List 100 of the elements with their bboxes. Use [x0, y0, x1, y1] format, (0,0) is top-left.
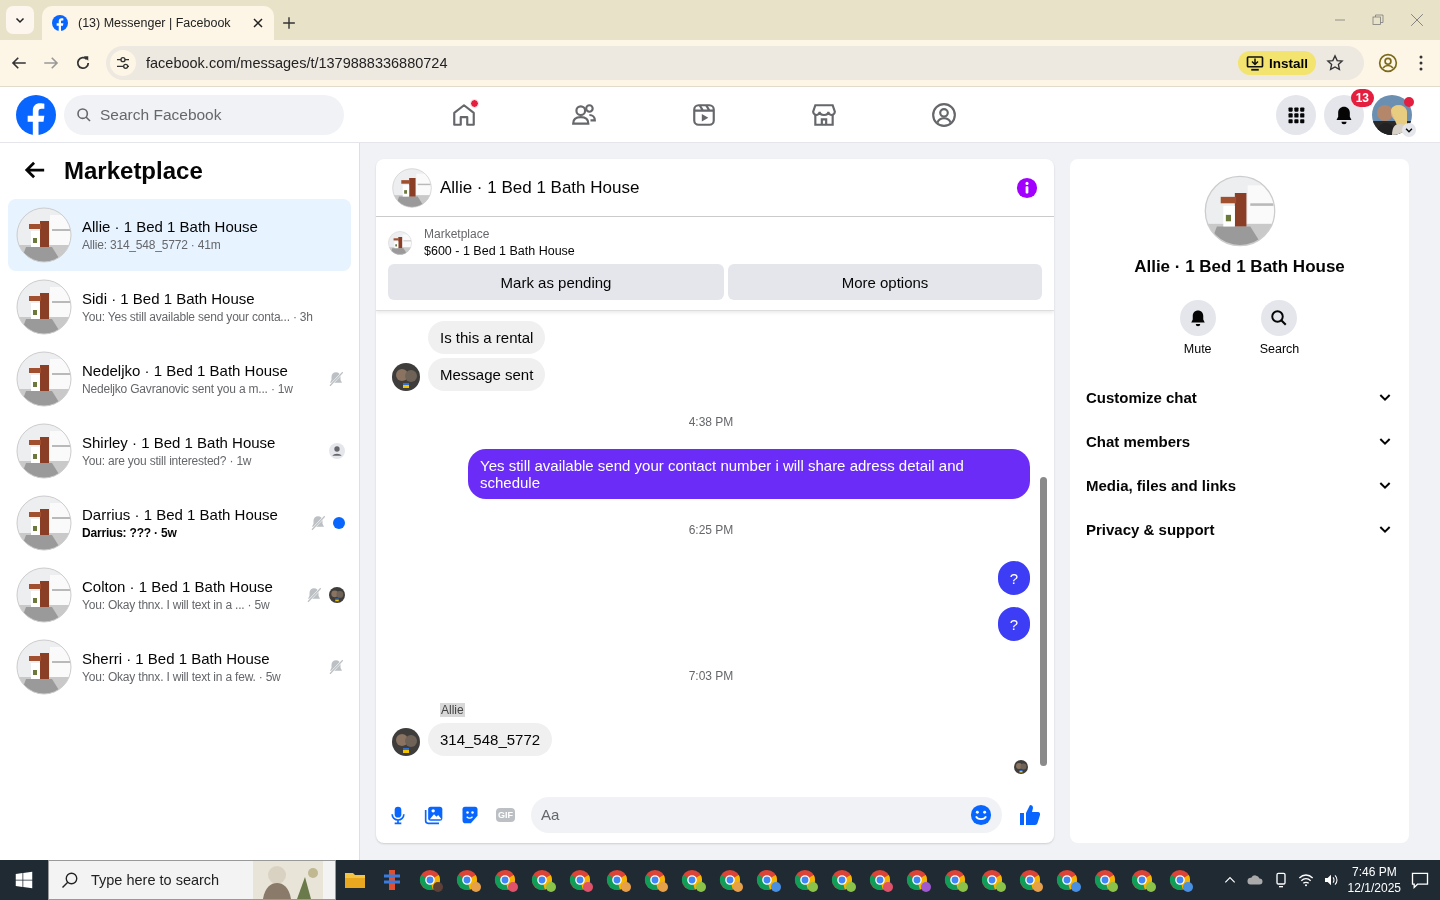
section-header[interactable]: Customize chat	[1086, 375, 1393, 419]
message-bubble: 314_548_5772	[428, 723, 553, 757]
browser-icon[interactable]	[681, 869, 704, 891]
star-icon[interactable]	[1326, 54, 1344, 72]
close-icon[interactable]	[252, 17, 264, 29]
wifi-icon[interactable]	[1297, 872, 1314, 888]
speaker-icon[interactable]	[1322, 872, 1339, 888]
search-button[interactable]: Search	[1253, 299, 1306, 357]
conversation-preview: Darrius: ??? · 5w	[82, 526, 178, 540]
sticker-icon[interactable]	[460, 804, 480, 825]
conversation-item[interactable]: Sherri · 1 Bed 1 Bath House You: Okay thnx. I will text in a few. · 5w	[8, 631, 351, 703]
bell-icon	[1334, 104, 1354, 125]
browser-icon[interactable]	[418, 869, 441, 891]
facebook-logo[interactable]	[16, 94, 56, 135]
message-field[interactable]: Aa	[531, 796, 1002, 833]
conversation-item[interactable]: Colton · 1 Bed 1 Bath House You: Okay thnx. I will text in a ... · 5w	[8, 559, 351, 631]
section-header[interactable]: Chat members	[1086, 419, 1393, 463]
menu-button[interactable]	[1276, 94, 1316, 135]
browser-icon[interactable]	[793, 869, 816, 891]
browser-icon[interactable]	[981, 869, 1004, 891]
conversation-item[interactable]: Nedeljko · 1 Bed 1 Bath House Nedeljko Gavranovic sent you a m... · 1w	[8, 343, 351, 415]
message-bubble: Message sent	[428, 358, 546, 392]
conversation-item[interactable]: Darrius · 1 Bed 1 Bath House Darrius: ??? · 5w	[8, 487, 351, 559]
taskbar-search[interactable]: Type here to search	[48, 860, 336, 900]
browser-icon[interactable]	[718, 869, 741, 891]
search-field[interactable]: Search Facebook	[64, 94, 344, 135]
profile-icon[interactable]	[1378, 53, 1398, 73]
timestamp: 6:25 PM	[688, 523, 734, 538]
listing-label: Marketplace	[424, 227, 491, 242]
action-button[interactable]: Mark as pending	[388, 264, 724, 301]
account-menu-button[interactable]	[1402, 122, 1416, 137]
home-icon[interactable]	[451, 101, 477, 128]
message-bubble: Yes still available send your contact number i will share adress detail and schedule	[468, 449, 1030, 500]
browser-icon[interactable]	[456, 869, 479, 891]
tune-icon[interactable]	[115, 55, 131, 71]
sender-name: Allie	[440, 703, 465, 718]
info-icon[interactable]	[1016, 176, 1038, 199]
search-icon	[61, 871, 79, 889]
image-icon[interactable]	[424, 804, 444, 825]
notification-dot	[1404, 96, 1414, 107]
chat-title: Allie · 1 Bed 1 Bath House	[440, 177, 641, 198]
browser-tab[interactable]: (13) Messenger | Facebook	[42, 6, 274, 40]
conversation-preview: You: are you still interested? · 1w	[82, 454, 253, 468]
monitor-download-icon	[1246, 54, 1264, 72]
notification-center-icon[interactable]	[1410, 870, 1430, 890]
conversation-title: Shirley · 1 Bed 1 Bath House	[82, 434, 277, 451]
search-icon	[76, 106, 92, 123]
browser-icon[interactable]	[531, 869, 554, 891]
back-icon[interactable]	[10, 54, 28, 72]
plus-icon[interactable]	[282, 16, 296, 30]
conversation-title: Sherri · 1 Bed 1 Bath House	[82, 650, 271, 667]
conversation-item[interactable]: Sidi · 1 Bed 1 Bath House You: Yes still available send your conta... · 3h	[8, 271, 351, 343]
listing-title: $600 - 1 Bed 1 Bath House	[424, 244, 575, 259]
conversation-title: Nedeljko · 1 Bed 1 Bath House	[82, 362, 289, 379]
address-bar[interactable]: facebook.com/messages/t/1379888336880724 Install	[106, 46, 1364, 80]
url-text: facebook.com/messages/t/1379888336880724	[146, 55, 449, 71]
browser-icon[interactable]	[1168, 869, 1191, 891]
message-bubble: ?	[998, 607, 1030, 642]
browser-icon[interactable]	[1018, 869, 1041, 891]
thumbs-up-icon[interactable]	[1018, 802, 1042, 827]
tab-title: (13) Messenger | Facebook	[78, 16, 232, 30]
conversation-preview: Nedeljko Gavranovic sent you a m... · 1w	[82, 382, 294, 396]
install-button[interactable]: Install	[1238, 51, 1316, 75]
forward-icon[interactable]	[42, 54, 60, 72]
conversation-item[interactable]: Shirley · 1 Bed 1 Bath House You: are you still interested? · 1w	[8, 415, 351, 487]
browser-icon[interactable]	[606, 869, 629, 891]
browser-icon[interactable]	[831, 869, 854, 891]
bell-icon	[1188, 309, 1207, 327]
reload-icon[interactable]	[74, 54, 92, 72]
notification-count: 13	[1350, 88, 1374, 107]
group-icon[interactable]	[931, 101, 957, 128]
browser-icon[interactable]	[943, 869, 966, 891]
message-bubble: ?	[998, 561, 1030, 596]
browser-icon[interactable]	[493, 869, 516, 891]
browser-icon[interactable]	[568, 869, 591, 891]
store-icon[interactable]	[811, 101, 837, 128]
action-button[interactable]: More options	[728, 264, 1042, 301]
people-icon[interactable]	[571, 101, 597, 128]
timestamp: 4:38 PM	[688, 415, 734, 430]
windows-icon	[15, 871, 33, 889]
browser-icon[interactable]	[1131, 869, 1154, 891]
mute-button[interactable]: Mute	[1173, 299, 1222, 357]
message-input[interactable]: Aa	[541, 799, 970, 830]
person-icon	[329, 443, 345, 459]
tab-search-button[interactable]	[6, 6, 34, 34]
conversation-preview: You: Okay thnx. I will text in a ... · 5w	[82, 598, 271, 612]
conversation-item[interactable]: Allie · 1 Bed 1 Bath House Allie: 314_548_5772 · 41m	[8, 199, 351, 271]
browser-icon[interactable]	[756, 869, 779, 891]
section-header[interactable]: Media, files and links	[1086, 463, 1393, 507]
browser-icon[interactable]	[1093, 869, 1116, 891]
video-icon[interactable]	[691, 101, 717, 128]
facebook-icon	[52, 15, 68, 31]
restore-icon[interactable]	[1372, 14, 1384, 26]
browser-icon[interactable]	[1056, 869, 1079, 891]
browser-icon[interactable]	[643, 869, 666, 891]
microphone-icon[interactable]	[388, 804, 408, 825]
conversation-title: Sidi · 1 Bed 1 Bath House	[82, 290, 256, 307]
emoji-icon[interactable]	[970, 803, 992, 826]
browser-icon[interactable]	[906, 869, 929, 891]
section-header[interactable]: Privacy & support	[1086, 507, 1393, 551]
